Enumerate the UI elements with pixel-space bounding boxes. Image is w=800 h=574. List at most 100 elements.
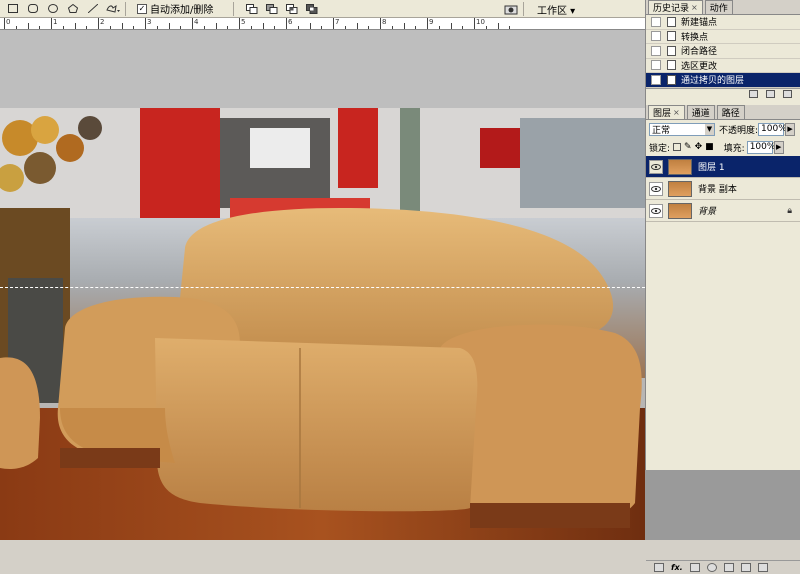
close-icon[interactable]: × — [691, 3, 698, 12]
ruler-number: 5 — [241, 18, 246, 26]
line-shape-icon[interactable] — [86, 3, 100, 15]
ruler-number: 1 — [53, 18, 58, 26]
history-state-icon — [667, 31, 676, 42]
ruler-number: 4 — [194, 18, 199, 26]
layer-row[interactable]: 背景 副本 — [646, 178, 800, 200]
new-document-from-state-icon[interactable] — [749, 90, 758, 98]
ruler-major-tick — [51, 18, 52, 29]
history-item-selected[interactable]: 通过拷贝的图层 — [646, 73, 800, 88]
trash-icon[interactable] — [757, 563, 768, 572]
tab-history[interactable]: 历史记录 × — [648, 0, 703, 14]
ruler-minor-tick — [497, 23, 499, 29]
eye-icon[interactable] — [649, 203, 663, 218]
auto-add-delete-checkbox[interactable]: ✓ — [137, 3, 147, 14]
path-combine-exclude-icon[interactable] — [305, 3, 319, 15]
ruler-minor-tick — [509, 26, 511, 29]
blend-mode-select[interactable]: 正常 ▼ — [649, 122, 715, 136]
ruler-minor-tick — [391, 26, 393, 29]
layer-name[interactable]: 背景 副本 — [698, 182, 737, 195]
horizontal-ruler: 0 1 2 3 4 5 6 7 8 9 10 — [0, 18, 645, 30]
close-icon[interactable]: × — [673, 108, 680, 117]
tab-actions-label: 动作 — [709, 4, 728, 14]
new-layer-icon[interactable] — [740, 563, 751, 572]
document-image[interactable] — [0, 108, 645, 540]
lock-move-icon[interactable]: ✥ — [695, 142, 703, 152]
file-browser-icon[interactable] — [504, 3, 518, 15]
layer-style-fx-icon[interactable]: fx. — [671, 563, 683, 572]
ellipse-shape-icon[interactable] — [46, 3, 60, 15]
history-panel: 历史记录 × 动作 新建锚点 转换点 闭合路径 选区更改 通过拷贝的图层 — [645, 0, 800, 105]
lock-brush-icon[interactable]: ✎ — [684, 142, 692, 152]
opacity-field[interactable]: 100% — [758, 122, 787, 136]
rectangle-shape-icon[interactable] — [6, 3, 20, 15]
link-layers-icon[interactable] — [654, 563, 664, 572]
path-combine-add-icon[interactable] — [245, 3, 259, 15]
history-list: 新建锚点 转换点 闭合路径 选区更改 通过拷贝的图层 — [646, 15, 800, 88]
toolbar-divider — [523, 2, 524, 16]
history-state-icon — [667, 74, 676, 85]
eye-icon[interactable] — [649, 159, 663, 174]
workspace-label[interactable]: 工作区 ▾ — [537, 2, 575, 17]
history-footer — [646, 87, 800, 100]
ruler-minor-tick — [462, 26, 464, 29]
snapshot-source-checkbox[interactable] — [651, 45, 661, 56]
custom-shape-icon[interactable] — [106, 3, 120, 15]
adjustment-layer-icon[interactable] — [706, 563, 717, 572]
ruler-minor-tick — [133, 26, 135, 29]
snapshot-source-checkbox[interactable] — [651, 74, 661, 85]
ruler-major-tick — [239, 18, 240, 29]
polygon-shape-icon[interactable] — [66, 3, 80, 15]
ruler-minor-tick — [27, 23, 29, 29]
toolbar-divider — [233, 1, 235, 16]
chevron-right-icon[interactable]: ▶ — [773, 140, 784, 154]
layer-row-selected[interactable]: 图层 1 — [646, 156, 800, 178]
tab-actions[interactable]: 动作 — [704, 0, 733, 14]
layer-thumbnail — [668, 180, 692, 197]
tab-paths-label: 路径 — [721, 109, 740, 119]
ruler-number: 9 — [429, 18, 434, 26]
toolbar-divider — [125, 1, 126, 16]
path-combine-subtract-icon[interactable] — [265, 3, 279, 15]
layer-name[interactable]: 图层 1 — [698, 160, 725, 173]
tab-channels-label: 通道 — [691, 109, 710, 119]
history-item-label: 通过拷贝的图层 — [681, 76, 745, 87]
new-group-folder-icon[interactable] — [723, 563, 734, 572]
snapshot-source-checkbox[interactable] — [651, 31, 661, 42]
ruler-minor-tick — [321, 26, 323, 29]
eye-icon[interactable] — [649, 181, 663, 196]
ruler-number: 7 — [335, 18, 340, 26]
snapshot-source-checkbox[interactable] — [651, 60, 661, 71]
history-item[interactable]: 转换点 — [646, 30, 800, 44]
lock-all-icon[interactable]: ■ — [705, 142, 714, 152]
snapshot-camera-icon[interactable] — [766, 90, 775, 98]
history-item[interactable]: 选区更改 — [646, 59, 800, 73]
tab-layers[interactable]: 图层 × — [648, 105, 685, 119]
ruler-major-tick — [145, 18, 146, 29]
ruler-number: 3 — [147, 18, 152, 26]
ruler-minor-tick — [74, 23, 76, 29]
history-state-icon — [667, 16, 676, 27]
blend-opacity-row: 正常 ▼ 不透明度: 100% ▶ — [646, 120, 800, 138]
add-mask-icon[interactable] — [689, 563, 700, 572]
workspace-menu[interactable]: 工作区 ▾ — [498, 1, 575, 17]
tab-channels[interactable]: 通道 — [686, 105, 715, 119]
ruler-major-tick — [286, 18, 287, 29]
path-combine-intersect-icon[interactable] — [285, 3, 299, 15]
history-item-label: 选区更改 — [681, 61, 718, 72]
history-item[interactable]: 新建锚点 — [646, 15, 800, 30]
layers-panel-tabs: 图层 × 通道 路径 — [646, 105, 800, 120]
fill-field[interactable]: 100% — [746, 140, 775, 154]
snapshot-source-checkbox[interactable] — [651, 16, 661, 27]
ruler-minor-tick — [262, 23, 264, 29]
history-item[interactable]: 闭合路径 — [646, 44, 800, 59]
selection-marquee — [0, 287, 645, 288]
lock-transparent-icon[interactable] — [673, 143, 682, 151]
trash-icon[interactable] — [783, 90, 792, 98]
tab-paths[interactable]: 路径 — [716, 105, 745, 119]
rounded-rectangle-shape-icon[interactable] — [26, 3, 40, 15]
chevron-down-icon: ▼ — [705, 123, 714, 135]
layer-name[interactable]: 背景 — [698, 204, 716, 217]
layer-row[interactable]: 背景 🔒︎ — [646, 200, 800, 222]
history-item-label: 转换点 — [681, 32, 709, 43]
chevron-right-icon[interactable]: ▶ — [785, 122, 796, 136]
